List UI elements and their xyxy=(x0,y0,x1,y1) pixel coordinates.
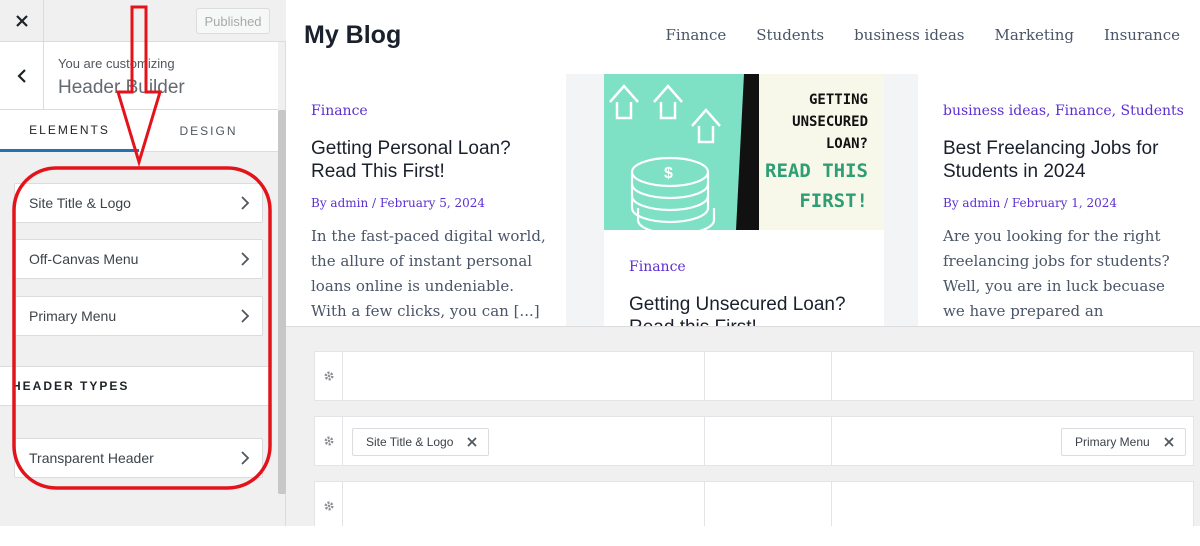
row-settings-button[interactable] xyxy=(315,482,343,530)
chevron-right-icon xyxy=(241,451,250,465)
post-meta[interactable]: By admin / February 1, 2024 xyxy=(943,196,1117,210)
site-header: My Blog Finance Students business ideas … xyxy=(286,0,1200,74)
post-category[interactable]: business ideas xyxy=(943,103,1046,119)
thumb-text-line: UNSECURED xyxy=(792,114,868,130)
builder-item-label: Primary Menu xyxy=(1075,435,1150,449)
tab-elements[interactable]: ELEMENTS xyxy=(0,110,139,152)
post-title[interactable]: Best Freelancing Jobs for Students in 20… xyxy=(943,137,1183,183)
remove-icon[interactable] xyxy=(466,436,478,448)
close-icon xyxy=(15,15,28,27)
sidebar-item-label: Primary Menu xyxy=(29,308,117,324)
post-meta[interactable]: By admin / February 5, 2024 xyxy=(311,196,485,210)
chevron-left-icon xyxy=(16,68,26,83)
builder-item-site-title-logo[interactable]: Site Title & Logo xyxy=(352,428,489,456)
builder-row-top[interactable] xyxy=(314,351,1194,401)
chevron-right-icon xyxy=(241,252,250,266)
post-excerpt: In the fast-paced digital world, the all… xyxy=(311,227,546,320)
builder-item-primary-menu[interactable]: Primary Menu xyxy=(1061,428,1186,456)
back-button[interactable] xyxy=(0,42,44,109)
section-title: Header Builder xyxy=(58,77,185,98)
thumb-text-line: READ THIS xyxy=(765,160,868,182)
post-category[interactable]: Students xyxy=(1121,103,1184,119)
thumb-text-line: LOAN? xyxy=(826,136,868,152)
chevron-right-icon xyxy=(241,309,250,323)
site-preview: My Blog Finance Students business ideas … xyxy=(286,0,1200,326)
row-settings-button[interactable] xyxy=(315,352,343,400)
post-card: $ GETTING UNSECURED LOAN? READ THIS FIRS… xyxy=(604,74,884,326)
post-title[interactable]: Getting Personal Loan? Read This First! xyxy=(311,137,551,183)
customizer-sidebar: Published You are customizing Header Bui… xyxy=(0,0,286,526)
builder-row-main[interactable]: Site Title & Logo Primary Menu xyxy=(314,416,1194,466)
post-card: business ideas, Finance, Students Best F… xyxy=(918,74,1200,326)
site-title[interactable]: My Blog xyxy=(304,21,401,50)
builder-item-label: Site Title & Logo xyxy=(366,435,454,449)
dollar-icon: $ xyxy=(664,165,673,182)
nav-item-insurance[interactable]: Insurance xyxy=(1104,26,1180,44)
tab-design[interactable]: DESIGN xyxy=(139,110,278,152)
header-types-heading: HEADER TYPES xyxy=(0,366,272,406)
bottom-margin xyxy=(0,526,1200,546)
header-builder: Site Title & Logo Primary Menu xyxy=(286,326,1200,531)
gear-icon xyxy=(323,436,334,446)
sidebar-scrollbar[interactable] xyxy=(278,110,286,494)
category-separator: , xyxy=(1046,103,1055,119)
sidebar-item-off-canvas-menu[interactable]: Off-Canvas Menu xyxy=(14,239,263,279)
thumb-text-line: FIRST! xyxy=(799,190,868,212)
sidebar-item-label: Off-Canvas Menu xyxy=(29,251,139,267)
category-separator: , xyxy=(1111,103,1121,119)
publish-button[interactable]: Published xyxy=(196,8,270,34)
builder-row-bottom[interactable] xyxy=(314,481,1194,531)
section-header: You are customizing Header Builder xyxy=(0,42,278,110)
sidebar-item-label: Transparent Header xyxy=(29,450,154,466)
gear-icon xyxy=(323,501,334,511)
nav-item-marketing[interactable]: Marketing xyxy=(994,26,1074,44)
post-categories: business ideas, Finance, Students xyxy=(943,103,1184,119)
customizer-topbar: Published xyxy=(0,0,286,42)
thumb-text-line: GETTING xyxy=(809,92,868,108)
sidebar-item-label: Site Title & Logo xyxy=(29,195,131,211)
column-divider xyxy=(831,482,832,530)
post-title[interactable]: Getting Unsecured Loan? Read this First! xyxy=(629,293,869,326)
nav-item-business-ideas[interactable]: business ideas xyxy=(854,26,964,44)
nav-item-students[interactable]: Students xyxy=(756,26,824,44)
chevron-right-icon xyxy=(241,196,250,210)
primary-nav: Finance Students business ideas Marketin… xyxy=(665,26,1180,44)
column-divider xyxy=(704,417,705,465)
column-divider xyxy=(704,482,705,530)
post-category[interactable]: Finance xyxy=(629,259,686,275)
column-divider xyxy=(704,352,705,400)
panel-tabs: ELEMENTS DESIGN xyxy=(0,110,278,152)
gear-icon xyxy=(323,371,334,381)
remove-icon[interactable] xyxy=(1163,436,1175,448)
post-category[interactable]: Finance xyxy=(1055,103,1112,119)
close-customizer-button[interactable] xyxy=(0,0,44,42)
column-divider xyxy=(831,352,832,400)
sidebar-item-site-title-logo[interactable]: Site Title & Logo xyxy=(14,183,263,223)
customizer-screen: Published You are customizing Header Bui… xyxy=(0,0,1200,546)
post-excerpt: Are you looking for the right freelancin… xyxy=(943,227,1170,320)
sidebar-item-primary-menu[interactable]: Primary Menu xyxy=(14,296,263,336)
column-divider xyxy=(831,417,832,465)
post-thumbnail[interactable]: $ GETTING UNSECURED LOAN? READ THIS FIRS… xyxy=(604,74,884,230)
sidebar-item-transparent-header[interactable]: Transparent Header xyxy=(14,438,263,478)
post-category[interactable]: Finance xyxy=(311,103,368,119)
nav-item-finance[interactable]: Finance xyxy=(665,26,726,44)
customizing-label: You are customizing xyxy=(58,56,175,71)
row-settings-button[interactable] xyxy=(315,417,343,465)
post-card: Finance Getting Personal Loan? Read This… xyxy=(286,74,566,326)
